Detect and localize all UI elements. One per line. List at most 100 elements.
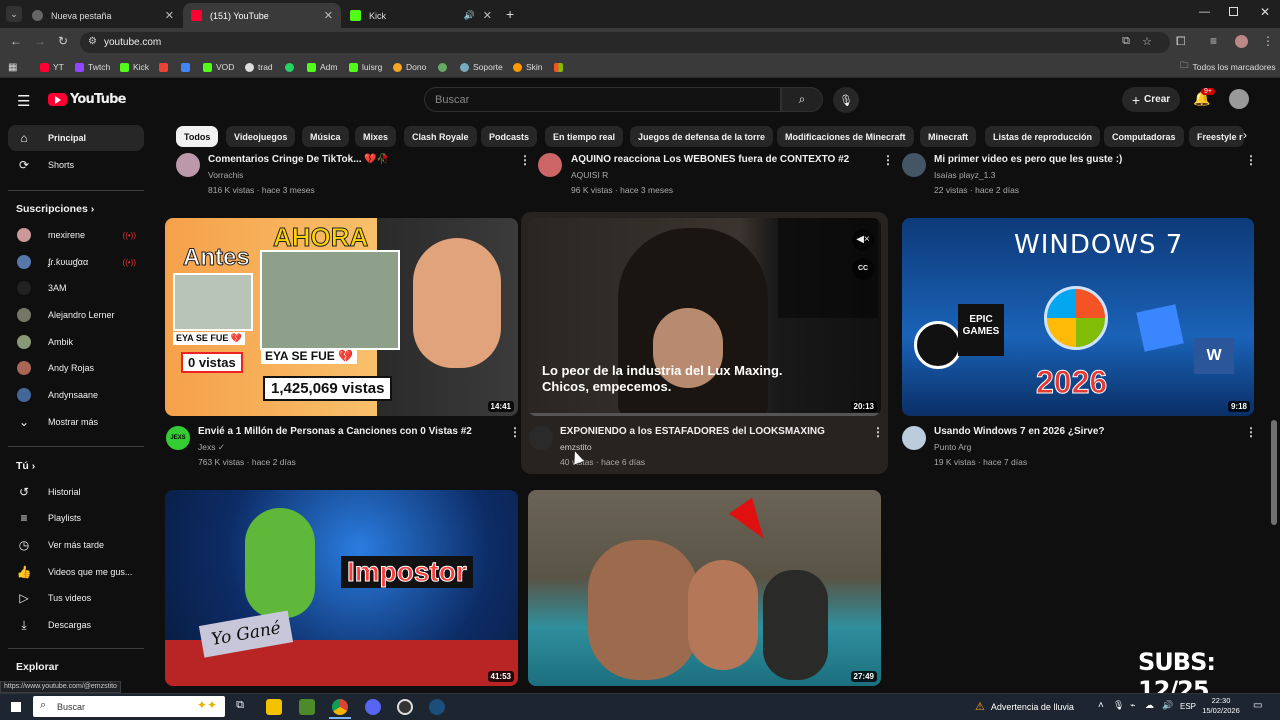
subscriptions-heading[interactable]: Suscripciones › bbox=[16, 203, 94, 215]
chrome-icon[interactable] bbox=[332, 699, 348, 715]
chip-clash-royale[interactable]: Clash Royale bbox=[404, 126, 477, 147]
video-title[interactable]: EXPONIENDO a los ESTAFADORES del LOOKSMA… bbox=[560, 426, 825, 437]
chip-música[interactable]: Música bbox=[302, 126, 349, 147]
chip-listas-de-reproducción[interactable]: Listas de reproducción bbox=[985, 126, 1101, 147]
channel-avatar[interactable]: JEXS bbox=[166, 426, 190, 450]
youtube-logo[interactable]: YouTube bbox=[48, 92, 126, 107]
bookmark-translate[interactable] bbox=[181, 60, 194, 74]
notifications-button[interactable]: 🔔 9+ bbox=[1193, 88, 1215, 107]
voice-search-button[interactable]: 🎙 bbox=[833, 87, 859, 113]
volume-icon[interactable]: 🔊 bbox=[1162, 700, 1173, 711]
apps-icon[interactable]: ▦ bbox=[8, 60, 17, 74]
video-title[interactable]: Mi primer video es pero que les guste :) bbox=[934, 154, 1122, 165]
bookmark-dono[interactable]: Dono bbox=[393, 60, 426, 74]
bookmark-vod[interactable]: VOD bbox=[203, 60, 234, 74]
close-icon[interactable]: ✕ bbox=[324, 9, 333, 22]
hamburger-icon[interactable]: ☰ bbox=[17, 92, 30, 110]
speaker-icon[interactable]: 🔊 bbox=[464, 10, 475, 21]
language-indicator[interactable]: ESP bbox=[1180, 702, 1196, 711]
bookmark-twtch[interactable]: Twtch bbox=[75, 60, 110, 74]
sidebar-item-principal[interactable]: ⌂ Principal bbox=[8, 125, 144, 151]
sidebar-item-playlists[interactable]: ≡ Playlists bbox=[8, 505, 144, 531]
network-icon[interactable]: ⌁ bbox=[1130, 700, 1135, 711]
sidebar-item-watch-later[interactable]: ◷ Ver más tarde bbox=[8, 532, 144, 558]
sidebar-item-sub[interactable]: Ambik bbox=[8, 329, 144, 355]
sidebar-item-sub[interactable]: 3AM bbox=[8, 275, 144, 301]
all-bookmarks[interactable]: 🗀 Todos los marcadores bbox=[1180, 60, 1276, 74]
channel-name[interactable]: Jexs ✓ bbox=[198, 442, 225, 453]
captions-icon[interactable]: CC bbox=[852, 258, 874, 280]
close-icon[interactable]: ✕ bbox=[483, 9, 492, 22]
more-options-icon[interactable]: ⋮ bbox=[1245, 425, 1257, 439]
channel-name[interactable]: AQUISI R bbox=[571, 170, 608, 180]
more-options-icon[interactable]: ⋮ bbox=[1245, 153, 1257, 167]
bookmark-whatsapp[interactable] bbox=[285, 60, 298, 74]
sidebar-item-historial[interactable]: ↺ Historial bbox=[8, 479, 144, 505]
file-explorer-icon[interactable] bbox=[266, 699, 282, 715]
weather-widget[interactable]: ⚠ Advertencia de lluvia bbox=[975, 700, 1074, 713]
video-thumbnail[interactable]: Impostor Yo Gané 41:53 bbox=[165, 490, 518, 686]
chip-en-tiempo-real[interactable]: En tiempo real bbox=[545, 126, 624, 147]
sidebar-show-more[interactable]: ⌄ Mostrar más bbox=[8, 409, 144, 435]
video-title[interactable]: Usando Windows 7 en 2026 ¿Sirve? bbox=[934, 426, 1105, 437]
forward-icon[interactable]: → bbox=[34, 34, 46, 48]
close-icon[interactable]: ✕ bbox=[165, 9, 174, 22]
video-title[interactable]: Envié a 1 Millón de Personas a Canciones… bbox=[198, 426, 472, 437]
chip-computadoras[interactable]: Computadoras bbox=[1104, 126, 1184, 147]
chip-modificaciones-de-minecraft[interactable]: Modificaciones de Minecraft bbox=[777, 126, 914, 147]
tab-youtube[interactable]: (151) YouTube ✕ bbox=[183, 3, 341, 28]
steam-icon[interactable] bbox=[429, 699, 445, 715]
chip-todos[interactable]: Todos bbox=[176, 126, 219, 147]
sidebar-item-your-videos[interactable]: ▷ Tus videos bbox=[8, 585, 144, 611]
address-bar[interactable]: ⚙ youtube.com ⧉ ☆ bbox=[80, 32, 1170, 53]
more-options-icon[interactable]: ⋮ bbox=[882, 153, 894, 167]
obs-icon[interactable] bbox=[397, 699, 413, 715]
discord-icon[interactable] bbox=[365, 699, 381, 715]
sidebar-item-sub[interactable]: ʄɾ.ƙυɯɠαα ((•)) bbox=[8, 249, 144, 275]
search-button[interactable]: ⌕ bbox=[781, 87, 823, 112]
chip-freestyle-r[interactable]: Freestyle r bbox=[1189, 126, 1244, 147]
new-tab-button[interactable]: + bbox=[506, 6, 514, 22]
bookmark-skin[interactable]: Skin bbox=[513, 60, 543, 74]
account-avatar[interactable] bbox=[1229, 89, 1249, 109]
channel-name[interactable]: Isaías playz_1.3 bbox=[934, 170, 995, 180]
mic-tray-icon[interactable]: 🎙 bbox=[1113, 700, 1124, 711]
sidebar-item-sub[interactable]: Alejandro Lerner bbox=[8, 302, 144, 328]
extensions-icon[interactable]: ⧠ bbox=[1176, 34, 1186, 49]
create-button[interactable]: + Crear bbox=[1122, 87, 1180, 112]
channel-avatar[interactable] bbox=[538, 153, 562, 177]
bookmark-gmail[interactable] bbox=[159, 60, 172, 74]
bookmark-soporte[interactable]: Soporte bbox=[460, 60, 503, 74]
more-options-icon[interactable]: ⋮ bbox=[519, 153, 531, 167]
video-thumbnail[interactable]: Antes AHORA EYA SE FUE 💔 0 vistas EYA SE… bbox=[165, 218, 518, 416]
you-heading[interactable]: Tú › bbox=[16, 460, 35, 472]
channel-name[interactable]: Vorrachis bbox=[208, 170, 243, 180]
bookmark-star-icon[interactable]: ☆ bbox=[1142, 35, 1152, 48]
chip-videojuegos[interactable]: Videojuegos bbox=[226, 126, 296, 147]
progress-bar[interactable] bbox=[528, 413, 881, 416]
video-title[interactable]: Comentarios Cringe De TikTok... 💔🥀 bbox=[208, 154, 389, 165]
mute-icon[interactable]: ◀× bbox=[852, 229, 874, 251]
more-options-icon[interactable]: ⋮ bbox=[872, 425, 884, 439]
reload-icon[interactable]: ↻ bbox=[58, 34, 68, 48]
onedrive-icon[interactable]: ☁ bbox=[1145, 700, 1154, 711]
scrollbar[interactable] bbox=[1271, 420, 1277, 525]
bookmark-extra[interactable] bbox=[438, 60, 451, 74]
install-icon[interactable]: ⧉ bbox=[1122, 35, 1130, 48]
tab-kick[interactable]: Kick 🔊 ✕ bbox=[342, 3, 500, 28]
taskbar-search[interactable]: ⌕ Buscar ✦✦ bbox=[33, 696, 225, 717]
chip-podcasts[interactable]: Podcasts bbox=[481, 126, 538, 147]
video-title[interactable]: AQUINO reacciona Los WEBONES fuera de CO… bbox=[571, 154, 849, 165]
maximize-icon[interactable] bbox=[1229, 7, 1238, 16]
sidebar-item-liked[interactable]: 👍 Videos que me gus... bbox=[8, 559, 144, 585]
minecraft-icon[interactable] bbox=[299, 699, 315, 715]
video-thumbnail[interactable]: 27:49 bbox=[528, 490, 881, 686]
sidebar-item-shorts[interactable]: ⟳ Shorts bbox=[8, 152, 144, 178]
minimize-icon[interactable]: — bbox=[1199, 6, 1210, 18]
channel-name[interactable]: Punto Arg bbox=[934, 442, 971, 452]
chip-minecraft[interactable]: Minecraft bbox=[920, 126, 977, 147]
bookmark-kick[interactable]: Kick bbox=[120, 60, 149, 74]
channel-avatar[interactable] bbox=[529, 426, 553, 450]
tray-chevron-icon[interactable]: ˄ bbox=[1098, 700, 1104, 711]
site-info-icon[interactable]: ⚙ bbox=[88, 36, 97, 47]
